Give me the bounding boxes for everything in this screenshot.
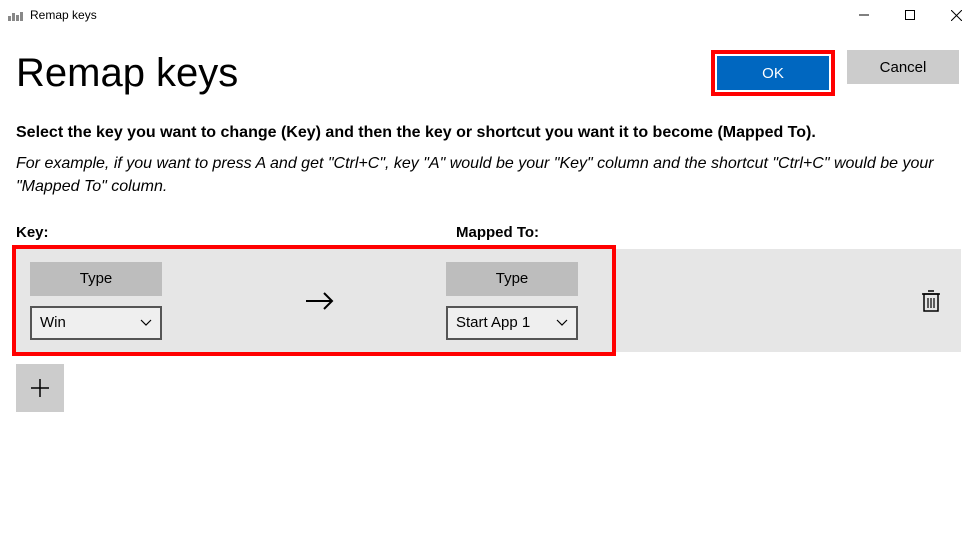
add-row-button[interactable]	[16, 364, 64, 412]
window-titlebar: Remap keys	[0, 0, 979, 30]
delete-row-button[interactable]	[920, 288, 942, 314]
instructions-example: For example, if you want to press A and …	[16, 152, 961, 198]
instructions-heading: Select the key you want to change (Key) …	[16, 124, 963, 142]
minimize-button[interactable]	[841, 0, 887, 30]
window-title: Remap keys	[30, 8, 97, 22]
column-header-mapped: Mapped To:	[456, 224, 539, 241]
arrow-right-icon	[276, 249, 366, 352]
mapped-select[interactable]: Start App 1	[446, 306, 578, 340]
chevron-down-icon	[140, 316, 152, 330]
key-select-value: Win	[40, 314, 66, 331]
type-key-button[interactable]: Type	[30, 262, 162, 296]
column-header-key: Key:	[16, 224, 456, 241]
type-mapped-button[interactable]: Type	[446, 262, 578, 296]
cancel-button[interactable]: Cancel	[847, 50, 959, 84]
ok-highlight: OK	[711, 50, 835, 96]
window-controls	[841, 0, 979, 30]
ok-button[interactable]: OK	[717, 56, 829, 90]
remap-row: Type Win Type Start App 1	[16, 249, 961, 352]
page-title: Remap keys	[16, 51, 238, 96]
close-button[interactable]	[933, 0, 979, 30]
key-select[interactable]: Win	[30, 306, 162, 340]
app-icon	[8, 9, 24, 21]
mapped-select-value: Start App 1	[456, 314, 548, 331]
maximize-button[interactable]	[887, 0, 933, 30]
chevron-down-icon	[556, 316, 568, 330]
